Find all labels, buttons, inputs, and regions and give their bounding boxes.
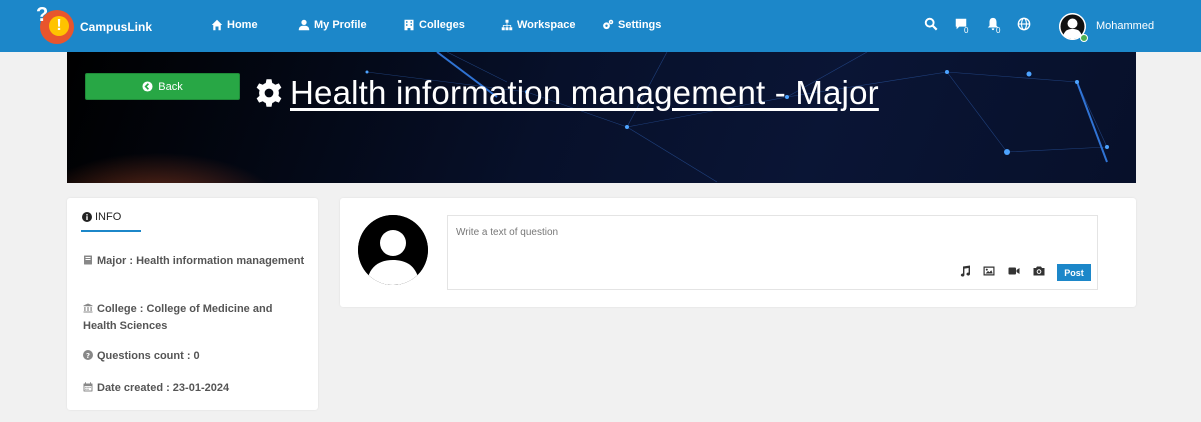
image-icon: [983, 266, 995, 276]
nav-my-profile[interactable]: My Profile: [298, 19, 367, 31]
attach-video-button[interactable]: [1008, 264, 1020, 276]
globe-icon: [1017, 17, 1031, 31]
gear-icon: [256, 79, 282, 107]
post-button[interactable]: Post: [1057, 264, 1091, 281]
search-button[interactable]: [924, 17, 940, 33]
video-icon: [1008, 267, 1020, 275]
notifications-button[interactable]: 0: [986, 17, 1002, 35]
user-icon: [298, 19, 310, 31]
svg-text:?: ?: [86, 352, 90, 360]
info-circle-icon: [82, 212, 92, 222]
info-heading-underline: [81, 230, 141, 232]
nav-settings[interactable]: Settings: [602, 19, 661, 31]
attach-image-button[interactable]: [983, 264, 995, 276]
search-icon: [924, 17, 938, 31]
building-icon: [404, 19, 414, 31]
nav-home-label: Home: [227, 19, 258, 31]
book-icon: [84, 255, 92, 265]
username[interactable]: Mohammed: [1096, 20, 1154, 32]
info-college-text: College : College of Medicine and Health…: [83, 303, 273, 332]
language-button[interactable]: [1017, 17, 1033, 33]
messages-button[interactable]: 0: [954, 17, 970, 35]
attach-photo-button[interactable]: [1033, 264, 1045, 276]
nav-home[interactable]: Home: [211, 19, 258, 31]
nav-colleges[interactable]: Colleges: [403, 19, 465, 31]
nav-workspace-label: Workspace: [517, 19, 576, 31]
composer-avatar: [358, 215, 428, 285]
question-circle-icon: ?: [83, 350, 93, 360]
question-input-placeholder: Write a text of question: [456, 227, 559, 238]
nav-workspace[interactable]: Workspace: [501, 19, 576, 31]
info-college: College : College of Medicine and Health…: [83, 301, 308, 335]
brand[interactable]: ?! CampusLink: [36, 4, 153, 44]
brand-name: CampusLink: [80, 20, 153, 34]
network-background-graphic: [365, 52, 1109, 183]
attach-audio-button[interactable]: [959, 264, 971, 277]
back-button[interactable]: Back: [85, 73, 240, 100]
gears-icon: [603, 19, 614, 30]
info-major-text: Major : Health information management: [97, 255, 305, 267]
nav-my-profile-label: My Profile: [314, 19, 367, 31]
arrow-circle-left-icon: [142, 81, 153, 92]
page-title-wrap: Health information management - Major: [254, 74, 879, 112]
music-icon: [960, 265, 971, 277]
question-input[interactable]: Write a text of question: [447, 215, 1098, 290]
page-title[interactable]: Health information management - Major: [290, 74, 879, 112]
back-button-label: Back: [158, 80, 183, 93]
university-icon: [83, 303, 93, 313]
avatar-silhouette-icon: [358, 215, 428, 285]
notifications-count: 0: [996, 26, 1001, 35]
brand-logo: ?!: [36, 4, 74, 44]
info-questions-count: ? Questions count : 0: [83, 348, 308, 365]
major-banner: [67, 52, 1136, 183]
info-major: Major : Health information management: [83, 253, 308, 270]
info-date-created: Date created : 23-01-2024: [83, 380, 308, 397]
sitemap-icon: [501, 19, 513, 31]
camera-icon: [1033, 266, 1045, 276]
info-date-created-text: Date created : 23-01-2024: [97, 382, 230, 394]
top-navbar: ?! CampusLink Home My Profile Colleges W…: [0, 0, 1201, 52]
info-heading: INFO: [82, 211, 121, 223]
online-status-dot: [1080, 34, 1088, 42]
home-icon: [211, 19, 223, 31]
info-questions-count-text: Questions count : 0: [97, 350, 200, 362]
info-heading-label: INFO: [95, 211, 122, 223]
nav-settings-label: Settings: [618, 19, 662, 31]
messages-count: 0: [964, 26, 969, 35]
calendar-icon: [83, 382, 93, 392]
nav-colleges-label: Colleges: [419, 19, 465, 31]
